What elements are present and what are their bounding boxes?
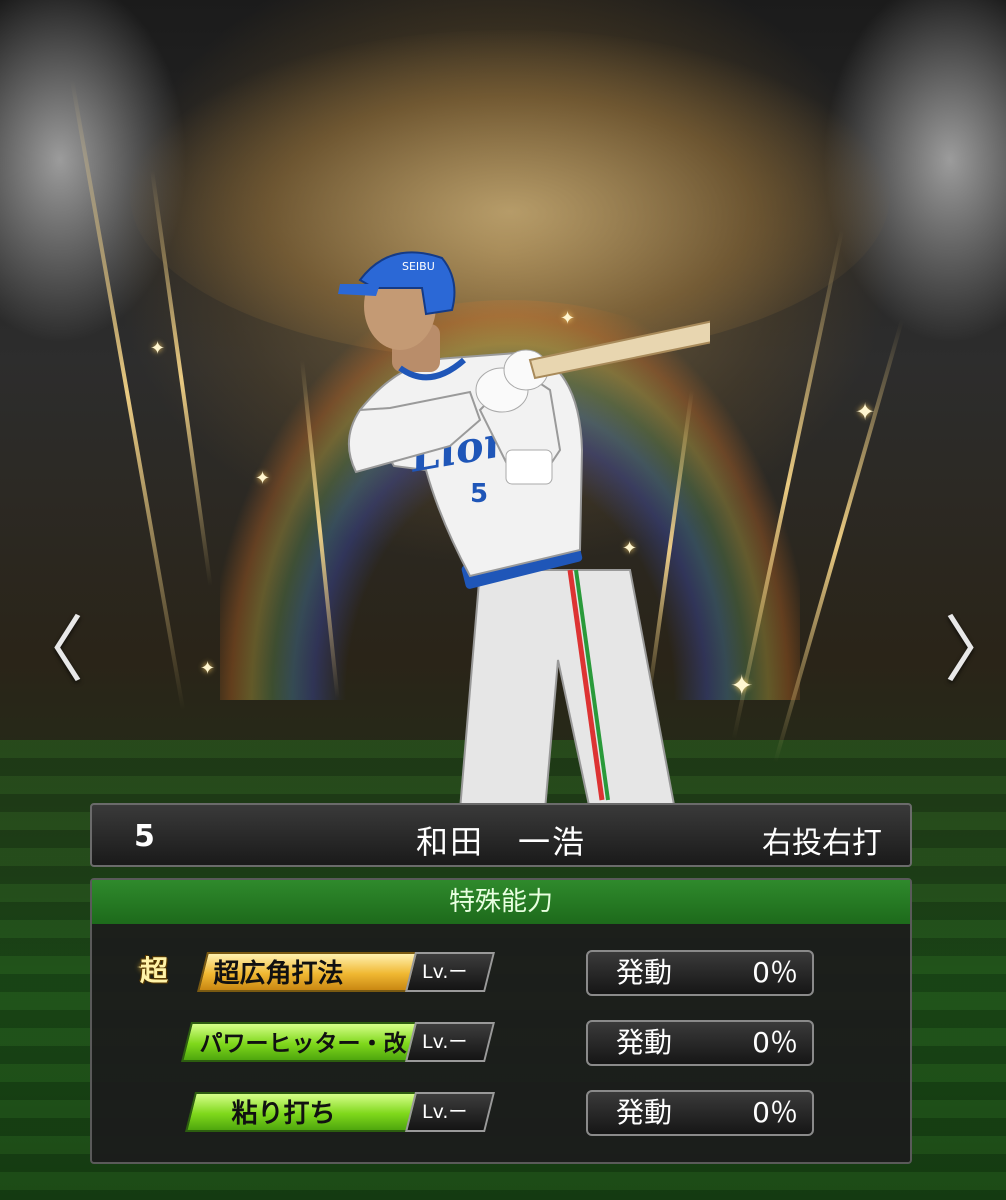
prev-card-button[interactable]: 〈 [12,612,84,688]
sparkle-icon: ✦ [150,338,166,359]
throw-bat-label: 右投右打 [762,826,882,861]
activation-stat: 発動 0％ [586,1090,814,1136]
sparkle-icon: ✦ [255,468,271,489]
ability-name: 超広角打法 [197,952,421,992]
ability-level: Lv.ー [405,952,495,992]
ability-level: Lv.ー [405,1092,495,1132]
sparkle-icon: ✦ [730,669,754,702]
jersey-number: 5 [470,479,488,509]
ability-name: 粘り打ち [185,1092,421,1132]
player-name-bar: 5 和田 一浩 右投右打 [90,803,912,867]
chevron-left-icon: 〈 [12,608,85,692]
player-illustration: Lions 5 SEIBU [338,251,710,810]
chevron-right-icon: 〉 [944,608,1006,692]
sparkle-icon: ✦ [855,398,876,426]
super-badge: 超 [140,954,169,987]
ability-level: Lv.ー [405,1022,495,1062]
ability-name: パワーヒッター・改 [181,1022,421,1062]
ability-row[interactable]: パワーヒッター・改 Lv.ー 発動 0％ [92,1020,910,1066]
special-abilities-panel: 特殊能力 ✦ 超 超広角打法 Lv.ー 発動 0％ パワーヒッター・改 Lv.ー… [90,878,912,1164]
activation-stat: 発動 0％ [586,950,814,996]
sparkle-icon: ✦ [200,658,216,679]
ability-row[interactable]: 粘り打ち Lv.ー 発動 0％ [92,1090,910,1136]
panel-header: 特殊能力 [92,880,910,924]
ability-row[interactable]: ✦ 超 超広角打法 Lv.ー 発動 0％ [92,950,910,996]
next-card-button[interactable]: 〉 [944,612,1006,688]
activation-stat: 発動 0％ [586,1020,814,1066]
helmet-text: SEIBU [402,260,435,273]
